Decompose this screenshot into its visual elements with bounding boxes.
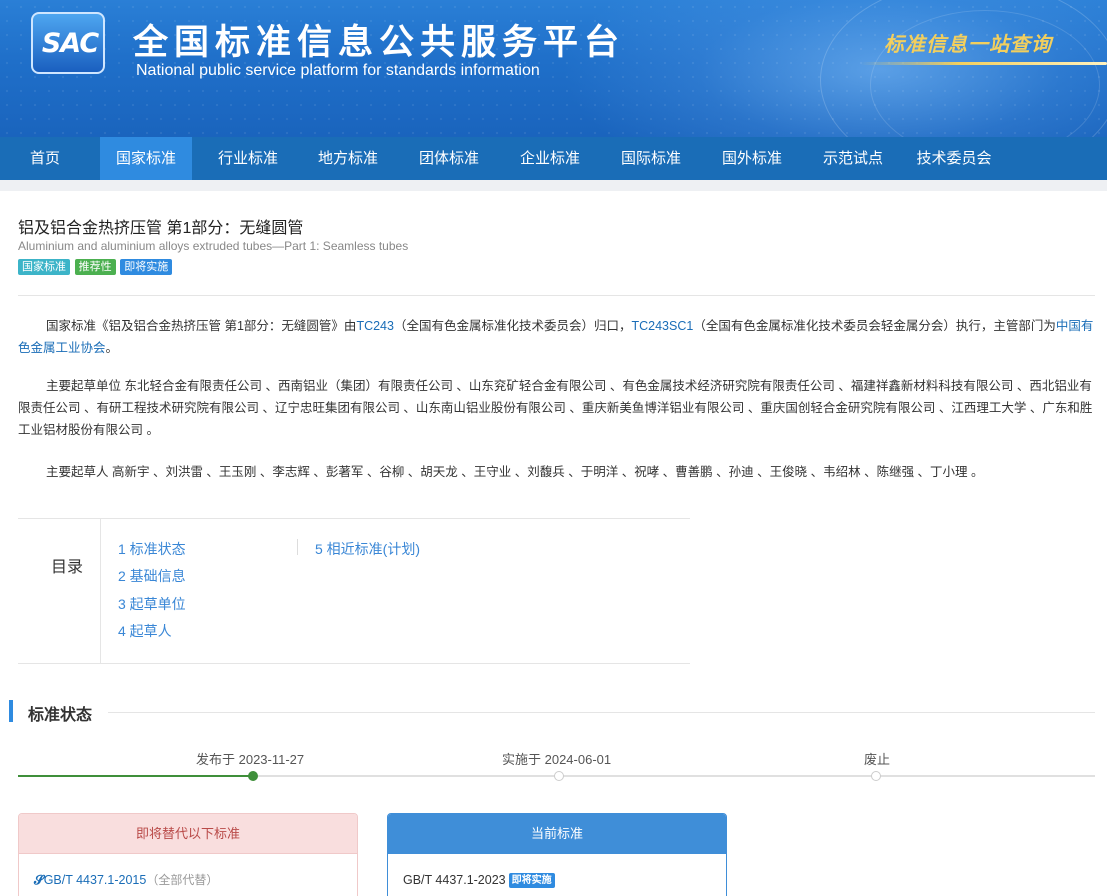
tc243sc1-link[interactable]: TC243SC1 xyxy=(631,319,693,333)
timeline-progress xyxy=(18,775,253,777)
main-nav: 首页 国家标准 行业标准 地方标准 团体标准 企业标准 国际标准 国外标准 示范… xyxy=(0,137,1107,180)
slogan-underline xyxy=(860,62,1107,65)
section-accent-bar xyxy=(9,700,13,722)
current-standard-code: GB/T 4437.1-2023 xyxy=(403,873,506,887)
replaced-standards-card: 即将替代以下标准 𝓢GB/T 4437.1-2015（全部代替） xyxy=(18,813,358,896)
nav-foreign-standards[interactable]: 国外标准 xyxy=(706,137,798,180)
intro-text-4: 。 xyxy=(105,341,119,355)
timeline-implemented-dot xyxy=(554,771,564,781)
toc-item-drafting-units[interactable]: 3 起草单位 xyxy=(118,594,186,614)
current-card-title: 当前标准 xyxy=(388,814,726,854)
nav-enterprise-standards[interactable]: 企业标准 xyxy=(504,137,596,180)
nav-industry-standards[interactable]: 行业标准 xyxy=(202,137,294,180)
current-standard-card: 当前标准 GB/T 4437.1-2023 即将实施 xyxy=(387,813,727,896)
timeline-abolished-dot xyxy=(871,771,881,781)
site-title-english: National public service platform for sta… xyxy=(136,62,540,79)
intro-text-3: （全国有色金属标准化技术委员会轻金属分会）执行，主管部门为 xyxy=(693,319,1056,333)
intro-text-1: 国家标准《铝及铝合金热挤压管 第1部分：无缝圆管》由 xyxy=(46,319,357,333)
timeline-abolished-label: 废止 xyxy=(864,752,891,767)
nav-home[interactable]: 首页 xyxy=(14,137,76,180)
current-card-body: GB/T 4437.1-2023 即将实施 xyxy=(388,854,726,896)
replaced-card-title: 即将替代以下标准 xyxy=(19,814,357,854)
replaced-standard-note: （全部代替） xyxy=(146,873,219,887)
nav-technical-committees[interactable]: 技术委员会 xyxy=(903,137,1005,180)
toc-item-related-standards[interactable]: 5 相近标准(计划) xyxy=(315,539,420,559)
standard-title-english: Aluminium and aluminium alloys extruded … xyxy=(18,239,409,253)
nav-local-standards[interactable]: 地方标准 xyxy=(302,137,394,180)
nav-national-standards[interactable]: 国家标准 xyxy=(100,137,192,180)
drafting-units-paragraph: 主要起草单位 东北轻合金有限责任公司 、西南铝业（集团）有限责任公司 、山东兖矿… xyxy=(18,379,1093,437)
table-of-contents: 目录 1 标准状态 2 基础信息 3 起草单位 4 起草人 5 相近标准(计划) xyxy=(18,518,690,664)
site-slogan: 标准信息一站查询 xyxy=(884,32,1052,56)
timeline-implemented-label: 实施于 2024-06-01 xyxy=(502,752,612,767)
replaced-card-body: 𝓢GB/T 4437.1-2015（全部代替） xyxy=(19,854,357,896)
tc243-link[interactable]: TC243 xyxy=(356,319,394,333)
tag-recommended: 推荐性 xyxy=(74,259,116,275)
tag-national-standard: 国家标准 xyxy=(18,259,70,275)
nav-group-standards[interactable]: 团体标准 xyxy=(403,137,495,180)
timeline-published-label: 发布于 2023-11-27 xyxy=(196,752,305,767)
site-banner: SAC 全国标准信息公共服务平台 National public service… xyxy=(0,0,1107,137)
intro-text-2: （全国有色金属标准化技术委员会）归口， xyxy=(393,319,632,333)
current-standard-badge: 即将实施 xyxy=(508,873,555,889)
intro-paragraph: 国家标准《铝及铝合金热挤压管 第1部分：无缝圆管》由TC243（全国有色金属标准… xyxy=(18,315,1095,359)
tag-upcoming: 即将实施 xyxy=(120,259,173,275)
toc-divider xyxy=(100,519,101,663)
toc-item-drafters[interactable]: 4 起草人 xyxy=(118,621,172,641)
toc-item-status[interactable]: 1 标准状态 xyxy=(118,539,186,559)
drafters-paragraph: 主要起草人 高新宇 、刘洪雷 、王玉刚 、李志辉 、彭著军 、谷柳 、胡天龙 、… xyxy=(46,465,984,479)
site-title: 全国标准信息公共服务平台 xyxy=(133,23,626,63)
standard-tags: 国家标准 推荐性 即将实施 xyxy=(18,259,173,276)
replaced-standard-link[interactable]: GB/T 4437.1-2015 xyxy=(44,873,147,887)
standard-title: 铝及铝合金热挤压管 第1部分：无缝圆管 xyxy=(18,220,304,237)
toc-column-divider xyxy=(297,539,298,555)
link-icon: 𝓢 xyxy=(34,873,44,887)
section-rule xyxy=(108,712,1095,713)
nav-pilot-demos[interactable]: 示范试点 xyxy=(807,137,899,180)
sac-logo-text: SAC xyxy=(41,28,99,59)
nav-international-standards[interactable]: 国际标准 xyxy=(605,137,697,180)
toc-item-basic-info[interactable]: 2 基础信息 xyxy=(118,566,186,586)
timeline-published-dot xyxy=(248,771,258,781)
sac-logo[interactable]: SAC xyxy=(31,12,105,74)
section-title-status: 标准状态 xyxy=(28,707,93,724)
nav-shadow-strip xyxy=(0,180,1107,191)
title-divider xyxy=(18,295,1095,296)
toc-label: 目录 xyxy=(51,559,84,576)
